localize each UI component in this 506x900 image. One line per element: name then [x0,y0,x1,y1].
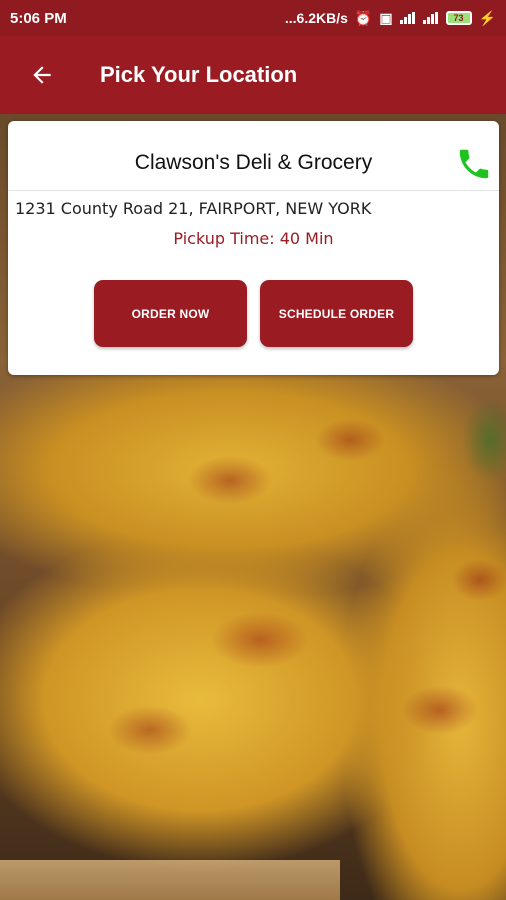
notification-icon: ▣ [379,9,393,26]
pickup-time: Pickup Time: 40 Min [173,229,334,248]
order-now-button[interactable]: ORDER NOW [94,280,247,347]
status-bar: 5:06 PM ...6.2KB/s ⏰ ▣ 73 ⚡ [0,0,506,36]
charging-icon: ⚡ [478,9,496,26]
status-time: 5:06 PM [10,9,67,27]
back-button[interactable] [22,55,62,95]
arrow-left-icon [33,66,51,84]
signal-icon [399,12,416,24]
store-name: Clawson's Deli & Grocery [134,151,373,174]
page-title: Pick Your Location [100,62,298,87]
battery-icon: 73 [445,11,472,25]
card-divider [8,190,499,191]
schedule-order-button[interactable]: SCHEDULE ORDER [260,280,413,347]
app-bar: Pick Your Location [0,36,506,114]
phone-icon [459,149,489,179]
status-indicators: ...6.2KB/s ⏰ ▣ 73 ⚡ [285,10,496,27]
location-card: Clawson's Deli & Grocery 1231 County Roa… [8,121,499,375]
store-address: 1231 County Road 21, FAIRPORT, NEW YORK [15,199,372,218]
call-button[interactable] [455,145,493,183]
network-speed: ...6.2KB/s [284,10,348,26]
background-crust [0,860,340,900]
signal-icon-2 [422,12,439,24]
alarm-icon: ⏰ [354,9,373,26]
